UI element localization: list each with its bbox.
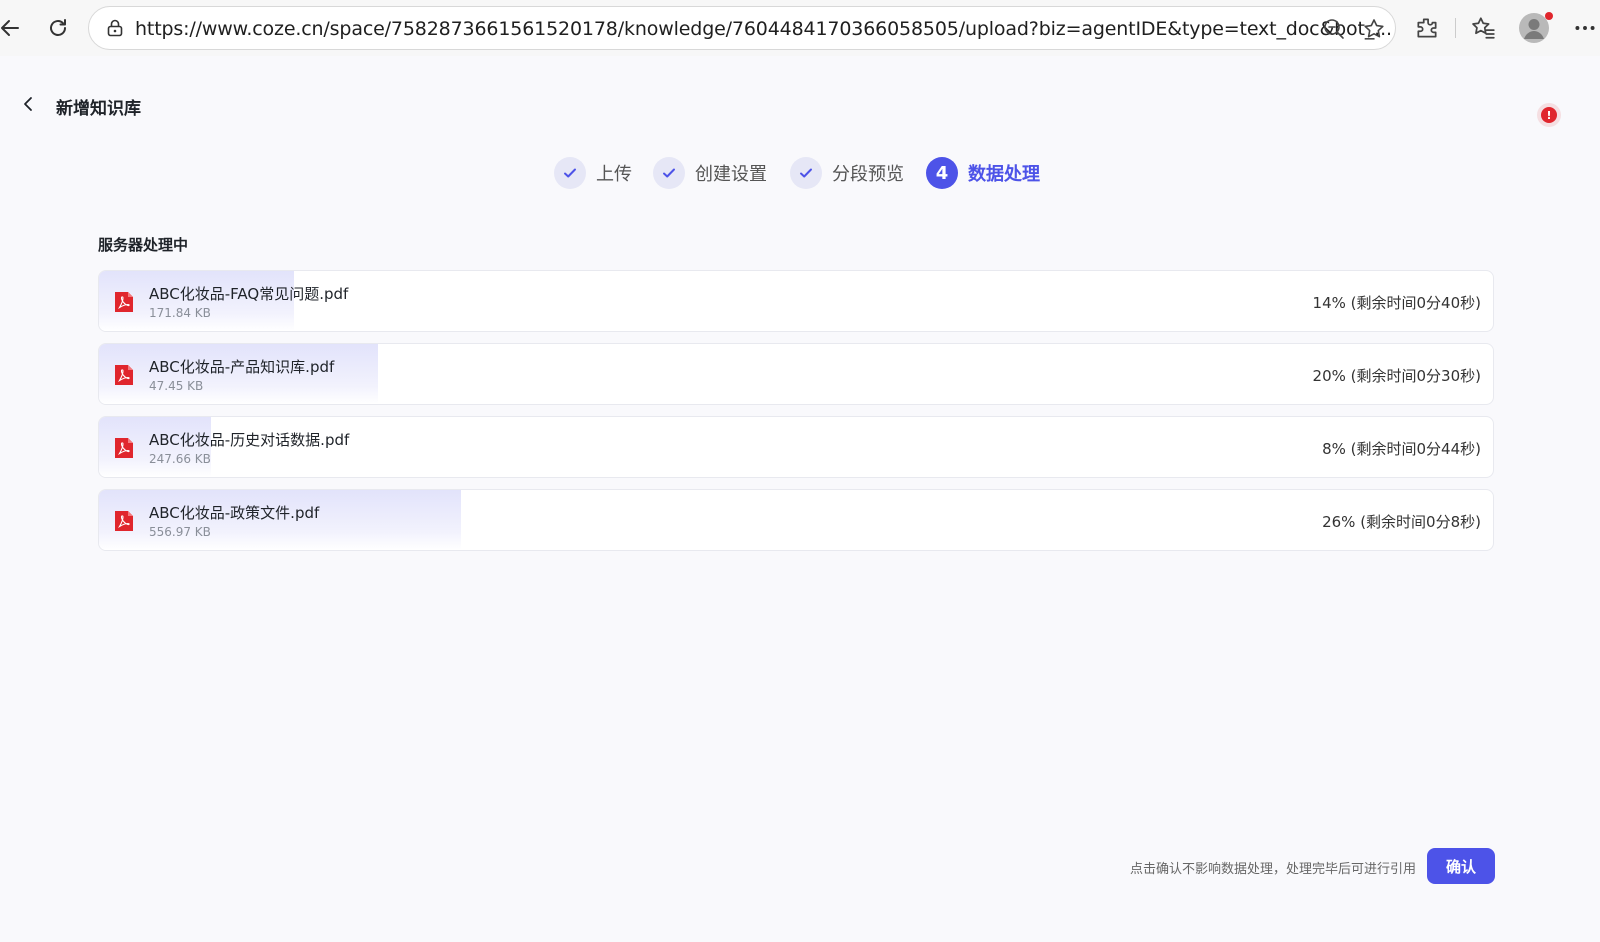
- file-name: ABC化妆品-FAQ常见问题.pdf: [149, 285, 349, 303]
- favorites-icon[interactable]: [1470, 15, 1496, 41]
- file-name: ABC化妆品-产品知识库.pdf: [149, 358, 335, 376]
- browser-back-icon[interactable]: [0, 12, 26, 44]
- step-label: 数据处理: [968, 164, 1040, 185]
- file-status: 20% (剩余时间0分30秒): [1312, 367, 1481, 385]
- file-status: 26% (剩余时间0分8秒): [1322, 513, 1481, 531]
- step-create-settings: 创建设置: [653, 156, 767, 190]
- section-title: 服务器处理中: [98, 236, 189, 254]
- footer-hint: 点击确认不影响数据处理，处理完毕后可进行引用: [1129, 862, 1416, 877]
- extensions-icon[interactable]: [1414, 15, 1440, 41]
- step-done-check-icon: [554, 157, 586, 189]
- step-upload: 上传: [554, 156, 632, 190]
- page-back-icon[interactable]: [20, 94, 38, 114]
- alert-badge[interactable]: !: [1541, 107, 1557, 123]
- file-row: ABC化妆品-产品知识库.pdf 47.45 KB 20% (剩余时间0分30秒…: [98, 343, 1494, 405]
- page-title: 新增知识库: [56, 99, 141, 119]
- file-size: 47.45 KB: [149, 379, 204, 393]
- step-segment-preview: 分段预览: [790, 156, 904, 190]
- step-done-check-icon: [790, 157, 822, 189]
- browser-toolbar: https://www.coze.cn/space/75828736615615…: [0, 0, 1600, 56]
- toolbar-divider: [1455, 18, 1456, 38]
- pdf-icon: [115, 292, 133, 312]
- address-bar[interactable]: https://www.coze.cn/space/75828736615615…: [88, 6, 1396, 50]
- file-status: 14% (剩余时间0分40秒): [1312, 294, 1481, 312]
- step-done-check-icon: [653, 157, 685, 189]
- lock-icon[interactable]: [105, 18, 125, 38]
- step-label: 分段预览: [832, 164, 904, 185]
- file-status: 8% (剩余时间0分44秒): [1322, 440, 1481, 458]
- more-menu-icon[interactable]: [1572, 15, 1598, 41]
- file-name: ABC化妆品-政策文件.pdf: [149, 504, 320, 522]
- bookmark-star-icon[interactable]: [1362, 17, 1386, 41]
- file-size: 247.66 KB: [149, 452, 211, 466]
- reload-icon[interactable]: [42, 12, 74, 44]
- file-name: ABC化妆品-历史对话数据.pdf: [149, 431, 350, 449]
- file-size: 556.97 KB: [149, 525, 211, 539]
- step-number: 4: [926, 157, 958, 189]
- confirm-button[interactable]: 确认: [1427, 848, 1495, 884]
- step-label: 创建设置: [695, 164, 767, 185]
- url-text[interactable]: https://www.coze.cn/space/75828736615615…: [135, 18, 1395, 40]
- file-row: ABC化妆品-历史对话数据.pdf 247.66 KB 8% (剩余时间0分44…: [98, 416, 1494, 478]
- pdf-icon: [115, 438, 133, 458]
- profile-notification-dot: [1545, 12, 1553, 20]
- pdf-icon: [115, 365, 133, 385]
- file-size: 171.84 KB: [149, 306, 211, 320]
- step-data-processing: 4 数据处理: [926, 156, 1040, 190]
- progress-stepper: 上传 创建设置 分段预览 4 数据处理: [0, 156, 1600, 192]
- step-label: 上传: [596, 164, 632, 185]
- file-row: ABC化妆品-政策文件.pdf 556.97 KB 26% (剩余时间0分8秒): [98, 489, 1494, 551]
- file-row: ABC化妆品-FAQ常见问题.pdf 171.84 KB 14% (剩余时间0分…: [98, 270, 1494, 332]
- pdf-icon: [115, 511, 133, 531]
- zoom-out-icon[interactable]: [1322, 17, 1346, 41]
